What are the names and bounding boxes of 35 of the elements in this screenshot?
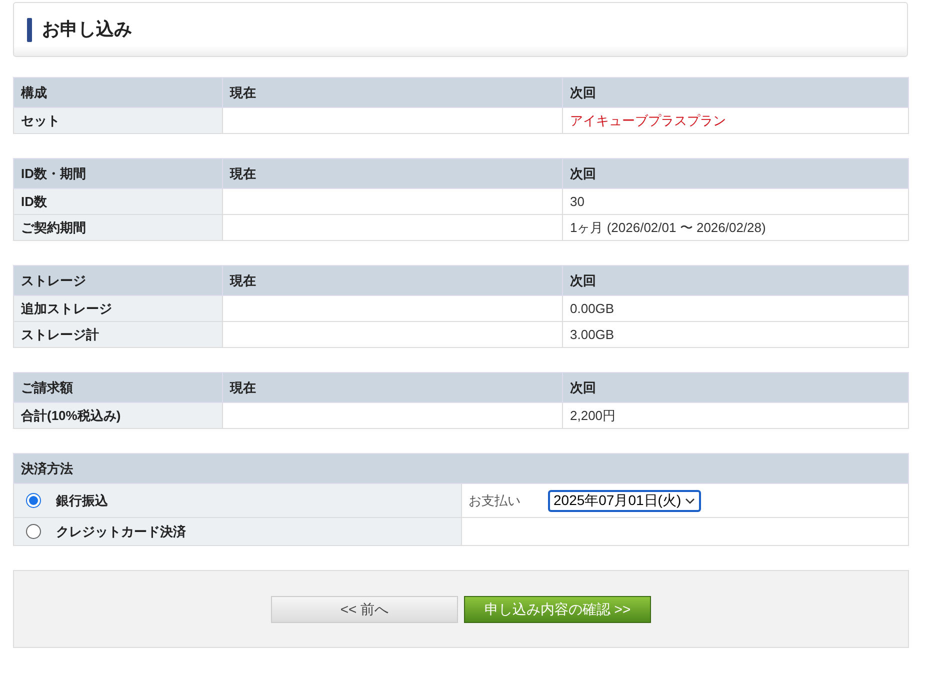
column-header: ご請求額	[14, 372, 222, 402]
column-header: 現在	[222, 78, 562, 108]
radio-button[interactable]	[26, 524, 41, 539]
next-value-cell: 30	[562, 188, 908, 214]
payment-date-label: お支払い	[468, 492, 520, 510]
column-header: ストレージ	[14, 266, 222, 296]
chevron-down-icon	[685, 498, 696, 504]
row-label: ストレージ計	[14, 322, 222, 348]
back-button[interactable]: << 前へ	[271, 596, 458, 622]
payment-date-select[interactable]: 2025年07月01日(火)	[548, 490, 702, 512]
column-header: 次回	[562, 266, 908, 296]
option-label: クレジットカード決済	[56, 522, 186, 541]
column-header: ID数・期間	[14, 158, 222, 188]
column-header: 現在	[222, 158, 562, 188]
column-header: 決済方法	[14, 454, 908, 484]
next-value-cell: 0.00GB	[562, 296, 908, 322]
row-label: 追加ストレージ	[14, 296, 222, 322]
next-value-cell: アイキューブプラスプラン	[562, 108, 908, 134]
next-value-cell: 1ヶ月 (2026/02/01 〜 2026/02/28)	[562, 214, 908, 240]
column-header: 構成	[14, 78, 222, 108]
row-label: ご契約期間	[14, 214, 222, 240]
row-label: ID数	[14, 188, 222, 214]
radio-button[interactable]	[26, 493, 41, 508]
option-label: 銀行振込	[56, 492, 108, 510]
next-value-cell: 2,200円	[562, 402, 908, 428]
title-accent-bar	[27, 18, 32, 42]
column-header: 次回	[562, 78, 908, 108]
page-title: お申し込み	[42, 18, 132, 41]
next-value-cell: 3.00GB	[562, 322, 908, 348]
row-label: 合計(10%税込み)	[14, 402, 222, 428]
column-header: 現在	[222, 372, 562, 402]
column-header: 次回	[562, 158, 908, 188]
column-header: 次回	[562, 372, 908, 402]
column-header: 現在	[222, 266, 562, 296]
row-label: セット	[14, 108, 222, 134]
